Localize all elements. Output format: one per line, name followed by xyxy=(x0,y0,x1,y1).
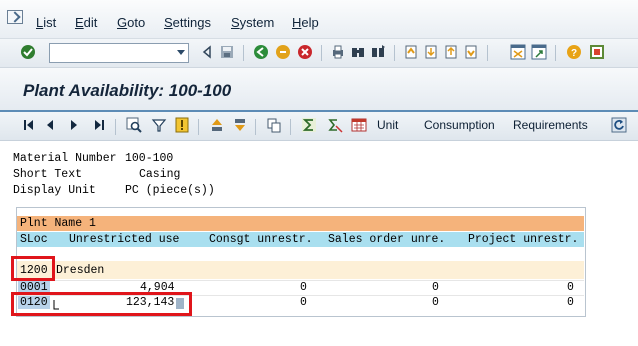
next-page-icon[interactable] xyxy=(443,44,459,60)
column-header-unrestricted[interactable]: Unrestricted use xyxy=(69,233,179,246)
refresh-icon[interactable] xyxy=(611,117,627,133)
toolbar-separator xyxy=(255,119,256,135)
window-menu-icon[interactable] xyxy=(7,10,23,24)
requirements-button[interactable]: Requirements xyxy=(513,118,588,132)
help-icon[interactable]: ? xyxy=(566,44,582,60)
column-header-project[interactable]: Project unrestr. xyxy=(468,233,578,246)
column-header-sales-order[interactable]: Sales order unre. xyxy=(328,233,445,246)
plant-header-text: Plnt Name 1 xyxy=(20,217,96,230)
enter-check-icon[interactable] xyxy=(20,44,36,60)
sort-descending-icon[interactable] xyxy=(232,117,248,133)
plant-header-row xyxy=(17,216,584,231)
details-magnifier-icon[interactable] xyxy=(126,117,142,133)
sort-ascending-icon[interactable] xyxy=(209,117,225,133)
menu-list[interactable]: List xyxy=(36,15,56,30)
find-next-icon[interactable] xyxy=(370,44,386,60)
menu-goto[interactable]: Goto xyxy=(117,15,145,30)
first-item-icon[interactable] xyxy=(21,117,37,133)
unit-icon[interactable] xyxy=(351,117,367,133)
sales-order-0120: 0 xyxy=(432,296,439,309)
save-icon[interactable] xyxy=(219,44,235,60)
new-session-icon[interactable] xyxy=(510,44,526,60)
short-text-label: Short Text xyxy=(13,168,83,181)
menu-system[interactable]: System xyxy=(231,15,274,30)
subtotal-icon[interactable] xyxy=(327,117,343,133)
display-unit-label: Display Unit xyxy=(13,184,96,197)
customize-layout-icon[interactable] xyxy=(589,44,605,60)
material-number-value: 100-100 xyxy=(125,152,174,165)
toolbar-separator xyxy=(115,119,116,135)
menu-help[interactable]: Help xyxy=(292,15,319,30)
column-header-consignment[interactable]: Consgt unrestr. xyxy=(209,233,313,246)
back-arrow-icon[interactable] xyxy=(199,44,215,60)
last-item-icon[interactable] xyxy=(91,117,107,133)
consignment-0001: 0 xyxy=(300,281,307,294)
cancel-icon[interactable] xyxy=(297,44,313,60)
shortcut-icon[interactable] xyxy=(531,44,547,60)
warning-icon[interactable] xyxy=(174,117,190,133)
svg-text:?: ? xyxy=(571,48,577,59)
toolbar-separator xyxy=(555,45,556,61)
column-header-sloc[interactable]: SLoc xyxy=(20,233,48,246)
exit-icon[interactable] xyxy=(275,44,291,60)
annotation-box-storage-location xyxy=(11,292,192,316)
print-icon[interactable] xyxy=(330,44,346,60)
next-item-icon[interactable] xyxy=(66,117,82,133)
menu-edit[interactable]: Edit xyxy=(75,15,97,30)
toolbar-separator xyxy=(243,45,244,61)
project-0001: 0 xyxy=(567,281,574,294)
toolbar-separator xyxy=(487,45,488,61)
short-text-value: Casing xyxy=(139,168,181,181)
chevron-down-icon[interactable] xyxy=(177,50,185,55)
find-icon[interactable] xyxy=(350,44,366,60)
toolbar-separator xyxy=(394,45,395,61)
back-icon[interactable] xyxy=(253,44,269,60)
toolbar-separator xyxy=(321,45,322,61)
menu-settings[interactable]: Settings xyxy=(164,15,211,30)
plant-name: Dresden xyxy=(56,264,105,277)
consumption-button[interactable]: Consumption xyxy=(424,118,495,132)
first-page-icon[interactable] xyxy=(403,44,419,60)
last-page-icon[interactable] xyxy=(463,44,479,60)
unit-button[interactable]: Unit xyxy=(377,118,398,132)
display-unit-value: PC (piece(s)) xyxy=(125,184,215,197)
filter-icon[interactable] xyxy=(151,117,167,133)
consignment-0120: 0 xyxy=(300,296,307,309)
toolbar-separator xyxy=(290,119,291,135)
annotation-box-plant xyxy=(11,256,55,281)
page-title: Plant Availability: 100-100 xyxy=(23,81,232,100)
material-number-label: Material Number xyxy=(13,152,117,165)
previous-item-icon[interactable] xyxy=(42,117,58,133)
project-0120: 0 xyxy=(567,296,574,309)
command-field[interactable] xyxy=(49,43,189,63)
sales-order-0001: 0 xyxy=(432,281,439,294)
copy-icon[interactable] xyxy=(266,117,282,133)
sum-icon[interactable] xyxy=(301,117,317,133)
toolbar-separator xyxy=(198,119,199,135)
previous-page-icon[interactable] xyxy=(423,44,439,60)
